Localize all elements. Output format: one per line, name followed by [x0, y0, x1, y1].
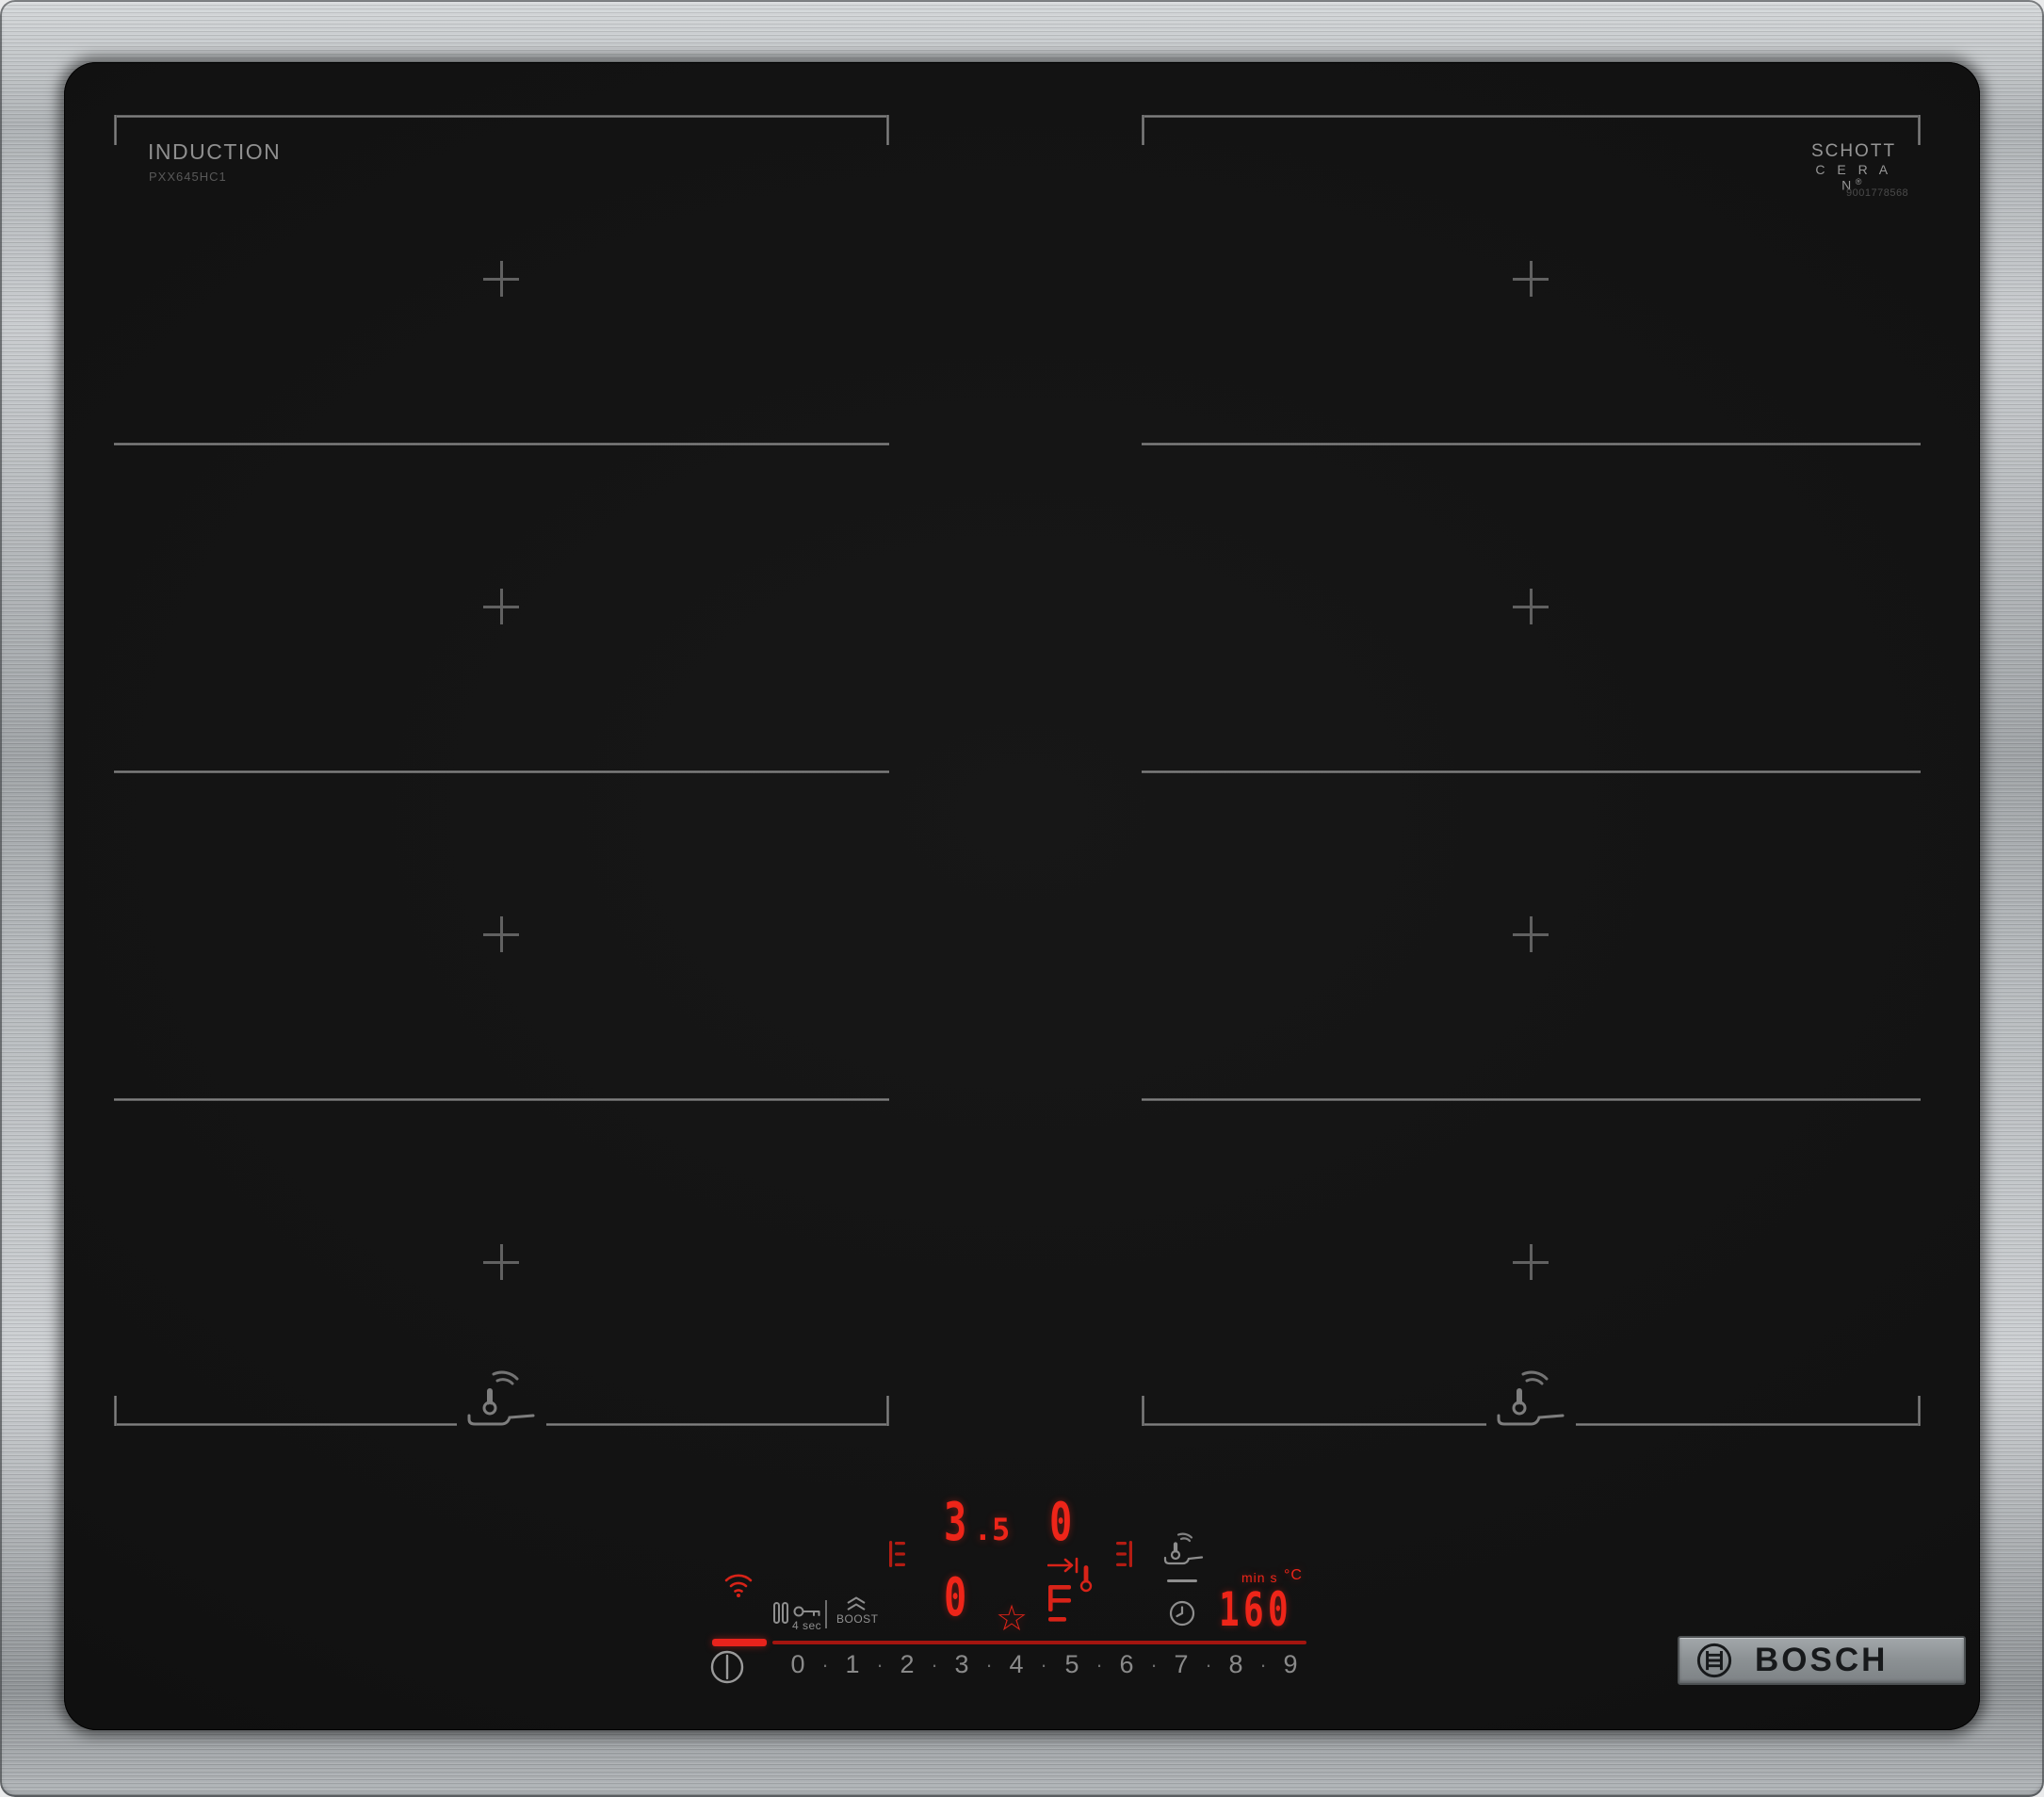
scale-number-2[interactable]: 2	[900, 1650, 914, 1679]
scale-number-1[interactable]: 1	[845, 1650, 859, 1679]
zone-tick	[1142, 115, 1144, 145]
bosch-badge: BOSCH	[1678, 1636, 1966, 1685]
pause-icon	[773, 1602, 788, 1624]
zone-cross-icon	[1513, 916, 1549, 952]
pause-lock-key[interactable]: 4 sec	[772, 1599, 825, 1632]
scale-dot: ·	[1205, 1653, 1212, 1676]
left-secondary-value: 0	[944, 1567, 966, 1628]
boost-key[interactable]: BOOST	[835, 1596, 878, 1630]
zone-divider	[114, 443, 889, 445]
flex-bracket-left-icon	[889, 1541, 905, 1567]
slider-active-segment[interactable]	[712, 1639, 767, 1646]
cooking-zone-left	[114, 115, 889, 1426]
scale-number-5[interactable]: 5	[1064, 1650, 1079, 1679]
key-icon	[793, 1606, 820, 1617]
scale-dot: ·	[821, 1653, 829, 1676]
favorite-star-key[interactable]: ☆	[996, 1601, 1028, 1637]
scale-dot: ·	[1150, 1653, 1158, 1676]
transfer-arrow-icon	[1047, 1557, 1079, 1574]
cooking-zone-right	[1142, 115, 1921, 1426]
pan-position-segments	[1048, 1585, 1071, 1622]
thermometer-icon	[1079, 1565, 1093, 1593]
scale-number-8[interactable]: 8	[1228, 1650, 1242, 1679]
bosch-wordmark: BOSCH	[1755, 1642, 1889, 1678]
zone-cross-icon	[1513, 589, 1549, 624]
sensor-level-line	[1167, 1579, 1197, 1582]
scale-number-6[interactable]: 6	[1119, 1650, 1133, 1679]
zone-bottom-line	[1142, 1423, 1486, 1426]
zone-top-line	[1142, 115, 1921, 118]
pan-sensor-icon	[467, 1370, 535, 1426]
clock-icon[interactable]	[1169, 1600, 1195, 1627]
zone-top-line	[114, 115, 889, 118]
induction-hob: INDUCTION PXX645HC1 SCHOTT C E R A N® 90…	[0, 0, 2044, 1797]
scale-dot: ·	[985, 1653, 993, 1676]
scale-dot: ·	[1259, 1653, 1267, 1676]
flex-bracket-right-icon	[1116, 1541, 1132, 1567]
zone-divider	[1142, 770, 1921, 773]
pan-sensor-small-icon	[1163, 1532, 1204, 1565]
left-power-value: 3	[944, 1492, 966, 1553]
zone-cross-icon	[483, 916, 519, 952]
zone-cross-icon	[483, 589, 519, 624]
pause-lock-label: 4 sec	[792, 1619, 822, 1632]
zone-divider	[1142, 1098, 1921, 1101]
control-divider	[825, 1600, 827, 1628]
temp-value: 160	[1219, 1582, 1292, 1637]
pan-transfer-indicator	[1047, 1557, 1104, 1623]
temperature-display: 160	[1219, 1586, 1321, 1633]
zone-tick	[886, 1396, 889, 1426]
zone-cross-icon	[483, 1244, 519, 1280]
right-power-value: 0	[1049, 1492, 1072, 1553]
zone-tick	[886, 115, 889, 145]
zone-tick	[1918, 1396, 1921, 1426]
boost-label: BOOST	[836, 1612, 879, 1626]
scale-dot: ·	[931, 1653, 938, 1676]
scale-number-7[interactable]: 7	[1174, 1650, 1188, 1679]
zone-cross-icon	[1513, 261, 1549, 297]
scale-dot: ·	[876, 1653, 884, 1676]
scale-number-3[interactable]: 3	[954, 1650, 968, 1679]
zone-divider	[114, 770, 889, 773]
scale-number-0[interactable]: 0	[790, 1650, 804, 1679]
scale-dot: ·	[1040, 1653, 1047, 1676]
zone-cross-icon	[483, 261, 519, 297]
zone-bottom-line	[114, 1423, 457, 1426]
left-zone-secondary-display: 0	[944, 1572, 974, 1625]
slider-track[interactable]	[772, 1641, 1306, 1644]
zone-tick	[114, 115, 117, 145]
double-chevron-up-icon	[847, 1596, 866, 1611]
scale-number-4[interactable]: 4	[1009, 1650, 1023, 1679]
wifi-icon	[724, 1574, 753, 1597]
zone-tick	[114, 1396, 117, 1426]
right-zone-power-display: 0	[1049, 1497, 1079, 1549]
zone-tick	[1142, 1396, 1144, 1426]
scale-dot: ·	[1095, 1653, 1103, 1676]
zone-bottom-line	[546, 1423, 889, 1426]
zone-cross-icon	[1513, 1244, 1549, 1280]
zone-tick	[1918, 115, 1921, 145]
pan-sensor-icon	[1497, 1370, 1565, 1426]
cooking-sensor-key[interactable]	[1162, 1531, 1204, 1588]
zone-divider	[1142, 443, 1921, 445]
zone-divider	[114, 1098, 889, 1101]
temp-unit-label: °C	[1284, 1567, 1303, 1583]
zone-bottom-line	[1576, 1423, 1921, 1426]
bosch-emblem-icon	[1696, 1643, 1732, 1678]
left-zone-power-display: 3.5	[944, 1497, 1010, 1549]
scale-number-9[interactable]: 9	[1283, 1650, 1297, 1679]
left-power-decimal: .5	[973, 1512, 1011, 1547]
